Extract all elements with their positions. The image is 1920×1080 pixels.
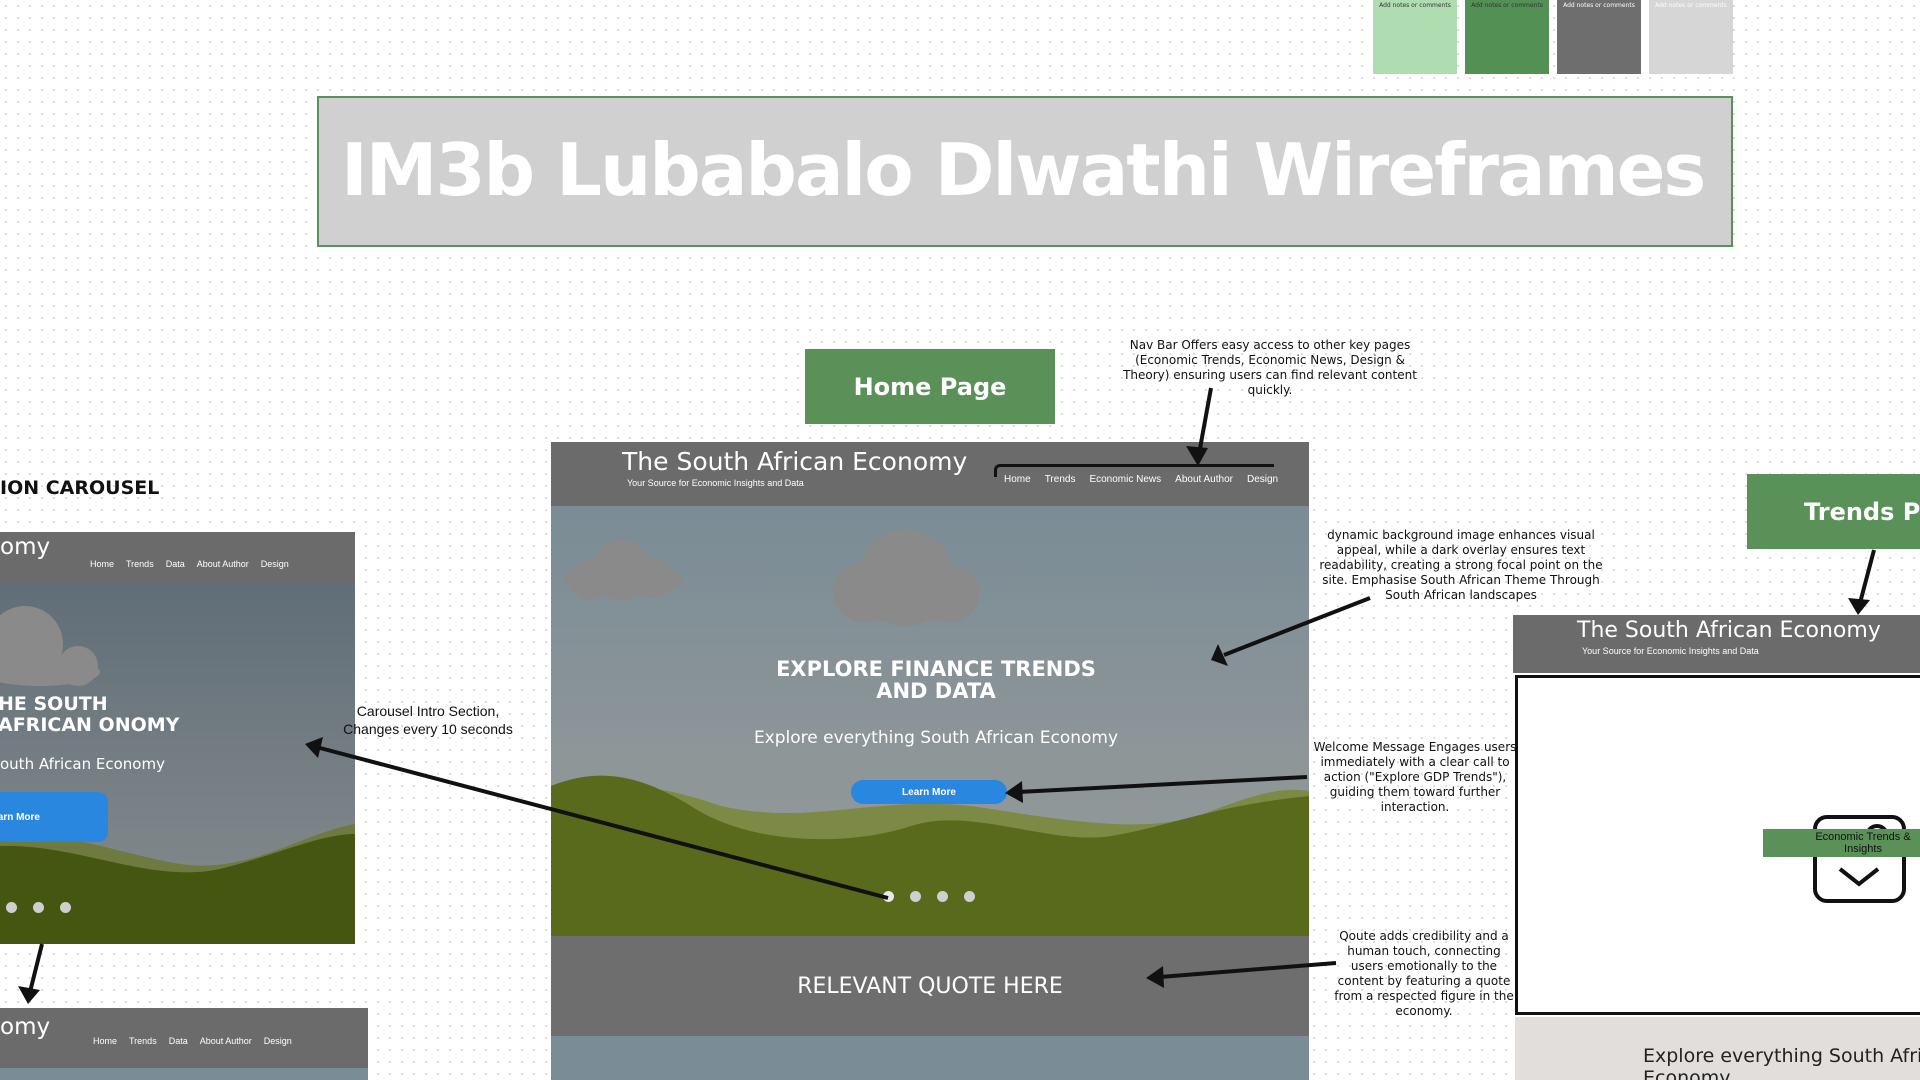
carousel-dot-1[interactable] (883, 891, 894, 902)
quote-text: RELEVANT QUOTE HERE (797, 973, 1063, 999)
sticky-note-2[interactable]: Add notes or comments (1465, 0, 1549, 74)
nav-item-design[interactable]: Design (1247, 474, 1278, 485)
trends-placeholder-text: Economic Trends & Insights (1815, 831, 1911, 855)
nav-item-data[interactable]: Data (169, 1036, 188, 1046)
carousel-hero: HE SOUTH AFRICAN ONOMY outh African Econ… (0, 584, 355, 944)
nav-item-trends[interactable]: Trends (126, 559, 154, 569)
welcome-annotation: Welcome Message Engages users immediatel… (1313, 740, 1517, 814)
carousel-header: omy Home Trends Data About Author Design (0, 532, 355, 584)
sticky-note-text: Add notes or comments (1471, 2, 1543, 9)
nav-item-home[interactable]: Home (1004, 474, 1031, 485)
trends-header: The South African Economy Your Source fo… (1513, 615, 1920, 673)
trends-explore-text: Explore everything South African Economy (1643, 1045, 1920, 1080)
nav-item-about-author[interactable]: About Author (1175, 474, 1233, 485)
carousel-site-title: omy (0, 534, 51, 560)
secondary-site-title: omy (0, 1014, 51, 1040)
home-page-label-text: Home Page (853, 372, 1007, 401)
nav-item-about-author[interactable]: About Author (200, 1036, 252, 1046)
sticky-note-3[interactable]: Add notes or comments (1557, 0, 1641, 74)
carousel-section-label: ION CAROUSEL (0, 477, 160, 499)
hero-section: EXPLORE FINANCE TRENDS AND DATA Explore … (551, 506, 1309, 936)
carousel-wireframe: omy Home Trends Data About Author Design… (0, 532, 355, 944)
nav-bar: Home Trends Economic News About Author D… (1004, 474, 1278, 485)
secondary-wireframe-body (0, 1068, 368, 1080)
site-header: The South African Economy Your Source fo… (551, 442, 1309, 506)
trends-explore-section: Explore everything South African Economy (1515, 1017, 1920, 1080)
nav-item-economic-news[interactable]: Economic News (1089, 474, 1161, 485)
trends-page-label[interactable]: Trends Page (1747, 474, 1920, 549)
home-page-label[interactable]: Home Page (805, 349, 1055, 424)
next-section (551, 1036, 1309, 1080)
image-placeholder-icon (1813, 815, 1906, 903)
nav-item-trends[interactable]: Trends (129, 1036, 157, 1046)
secondary-wireframe-header: omy Home Trends Data About Author Design (0, 1008, 368, 1068)
sticky-note-text: Add notes or comments (1379, 2, 1451, 9)
carousel-nav-bar: Home Trends Data About Author Design (90, 559, 289, 569)
carousel-dot-4[interactable] (964, 891, 975, 902)
carousel-dot-1[interactable] (6, 902, 17, 913)
carousel-subheading: outh African Economy (0, 755, 165, 773)
carousel-dot-3[interactable] (60, 902, 71, 913)
hero-heading: EXPLORE FINANCE TRENDS AND DATA (776, 657, 1096, 703)
home-wireframe: The South African Economy Your Source fo… (551, 442, 1309, 1080)
sticky-note-1[interactable]: Add notes or comments (1373, 0, 1457, 74)
background-annotation: dynamic background image enhances visual… (1319, 528, 1603, 602)
nav-item-home[interactable]: Home (90, 559, 114, 569)
site-subtitle: Your Source for Economic Insights and Da… (627, 478, 804, 488)
trends-wireframe: The South African Economy Your Source fo… (1513, 615, 1920, 1080)
carousel-heading: HE SOUTH AFRICAN ONOMY (0, 693, 180, 736)
sticky-note-4[interactable]: Add notes or comments (1649, 0, 1733, 74)
nav-item-about-author[interactable]: About Author (197, 559, 249, 569)
learn-more-button[interactable]: Learn More (851, 780, 1007, 804)
trends-site-title: The South African Economy (1577, 618, 1881, 643)
carousel-learn-more-button[interactable]: arn More (0, 792, 108, 842)
carousel-dot-2[interactable] (910, 891, 921, 902)
carousel-dot-3[interactable] (937, 891, 948, 902)
sticky-note-text: Add notes or comments (1563, 2, 1635, 9)
nav-item-design[interactable]: Design (264, 1036, 292, 1046)
trends-placeholder-label: Economic Trends & Insights (1763, 829, 1920, 857)
hero-landscape-illustration (551, 530, 1309, 936)
hero-subheading: Explore everything South African Economy (753, 728, 1119, 748)
carousel-annotation: Carousel Intro Section, Changes every 10… (343, 703, 513, 737)
board-title: IM3b Lubabalo Dlwathi Wireframes (341, 128, 1706, 212)
carousel-dot-2[interactable] (33, 902, 44, 913)
nav-item-data[interactable]: Data (166, 559, 185, 569)
trends-content-area: Economic Trends & Insights (1515, 675, 1920, 1015)
nav-item-trends[interactable]: Trends (1045, 474, 1076, 485)
board-title-box[interactable]: IM3b Lubabalo Dlwathi Wireframes (317, 96, 1733, 247)
sticky-note-text: Add notes or comments (1655, 2, 1727, 9)
site-title: The South African Economy (622, 447, 968, 476)
nav-item-design[interactable]: Design (261, 559, 289, 569)
trends-site-subtitle: Your Source for Economic Insights and Da… (1582, 646, 1759, 656)
nav-annotation: Nav Bar Offers easy access to other key … (1123, 338, 1417, 397)
quote-section: RELEVANT QUOTE HERE (551, 936, 1309, 1036)
nav-item-home[interactable]: Home (93, 1036, 117, 1046)
secondary-nav-bar: Home Trends Data About Author Design (93, 1036, 292, 1046)
trends-page-label-text: Trends Page (1804, 497, 1920, 526)
quote-annotation: Qoute adds credibility and a human touch… (1334, 929, 1514, 1018)
